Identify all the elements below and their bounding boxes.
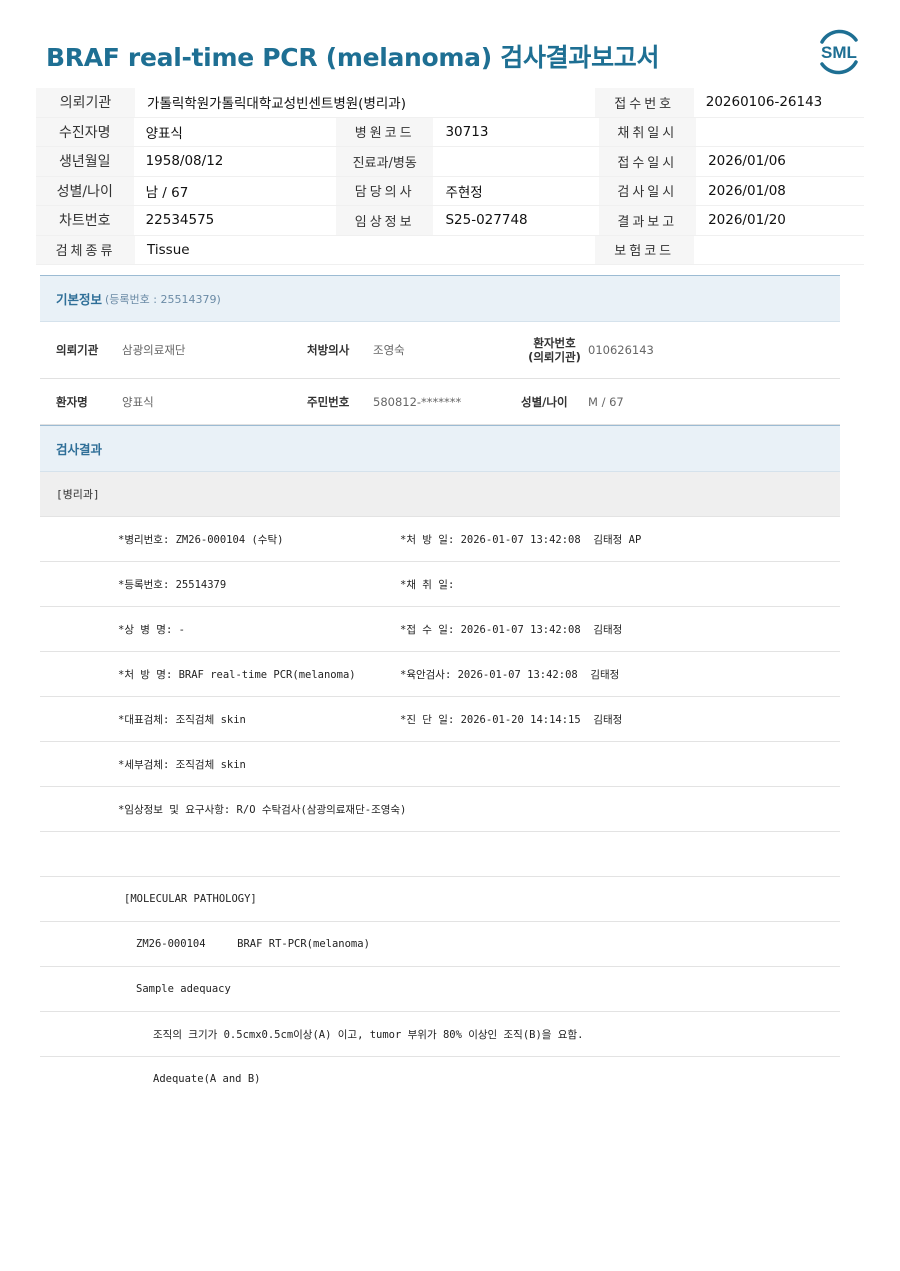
header-label: 접수번호 — [594, 88, 694, 117]
result-left: *등록번호: 25514379 — [118, 578, 227, 591]
header-value: 22534575 — [145, 212, 215, 229]
header-label: 수진자명 — [36, 117, 134, 146]
adequacy-title-row: Sample adequacy — [40, 967, 840, 1012]
result-right: *처 방 일: 2026-01-07 13:42:08 김태정 AP — [400, 533, 642, 546]
result-right: *진 단 일: 2026-01-20 14:14:15 김태정 — [400, 713, 623, 726]
results-title: 검사결과 — [56, 442, 103, 457]
header-label: 보험코드 — [594, 235, 694, 264]
header-label: 결과보고 — [598, 206, 697, 235]
header-label: 접수일시 — [598, 147, 697, 176]
result-right: *채 취 일: — [400, 578, 455, 591]
basic-label: 의뢰기관 — [56, 343, 99, 357]
header-value: 2026/01/08 — [708, 182, 786, 199]
basic-info-row: 환자명 양표식 주민번호 580812-******* 성별/나이 M / 67 — [40, 379, 840, 425]
header-value: 1958/08/12 — [145, 153, 224, 170]
result-left: *대표검체: 조직검체 skin — [118, 713, 246, 726]
registration-number: (등록번호 : 25514379) — [105, 292, 221, 306]
basic-value: 양표식 — [122, 394, 154, 409]
basic-value: 삼광의료재단 — [122, 343, 186, 357]
basic-label: 주민번호 — [307, 394, 350, 409]
header-value: Tissue — [147, 241, 190, 258]
header-value: S25-027748 — [445, 212, 528, 229]
header-label: 생년월일 — [36, 147, 134, 176]
report-title: BRAF real-time PCR (melanoma) 검사결과보고서 — [46, 43, 660, 72]
header-label: 병원코드 — [335, 117, 434, 146]
basic-label: 환자번호 — [533, 336, 576, 350]
results-header: 검사결과 — [40, 425, 840, 472]
header-label: 의뢰기관 — [36, 88, 136, 117]
header-label: 임상정보 — [335, 206, 434, 235]
header-value: 2026/01/06 — [708, 153, 786, 170]
result-line: *임상정보 및 요구사항: R/O 수탁검사(삼광의료재단-조영숙) — [40, 787, 840, 832]
header-value — [696, 118, 864, 147]
header-row: 수진자명 양표식 병원코드 30713 채취일시 — [36, 117, 864, 147]
header-label: 검체종류 — [36, 235, 136, 264]
header-value: 20260106-26143 — [705, 94, 823, 111]
result-left: *병리번호: ZM26-000104 (수탁) — [118, 533, 284, 546]
header-row: 검체종류 Tissue 보험코드 — [36, 235, 864, 265]
report-body: 기본정보 (등록번호 : 25514379) 의뢰기관 삼광의료재단 처방의사 … — [40, 275, 840, 1101]
header-label: 담당의사 — [335, 176, 434, 205]
header-value — [433, 147, 598, 176]
svg-text:SML: SML — [821, 43, 857, 62]
result-left: *상 병 명: - — [118, 623, 185, 636]
basic-value: 580812-******* — [373, 394, 462, 409]
result-line: *상 병 명: - *접 수 일: 2026-01-07 13:42:08 김태… — [40, 607, 840, 652]
result-line: *병리번호: ZM26-000104 (수탁) *처 방 일: 2026-01-… — [40, 517, 840, 562]
result-left: *세부검체: 조직검체 skin — [118, 758, 246, 771]
header-value: 양표식 — [145, 125, 183, 142]
molecular-header: [MOLECULAR PATHOLOGY] — [124, 893, 257, 905]
result-line: *대표검체: 조직검체 skin *진 단 일: 2026-01-20 14:1… — [40, 697, 840, 742]
header-label: 진료과/병동 — [335, 147, 434, 176]
result-right: *접 수 일: 2026-01-07 13:42:08 김태정 — [400, 623, 623, 636]
header-value: 주현정 — [445, 184, 483, 201]
header-value: 가톨릭학원가톨릭대학교성빈센트병원(병리과) — [147, 96, 406, 113]
result-line: *세부검체: 조직검체 skin — [40, 742, 840, 787]
basic-value: 010626143 — [588, 343, 654, 357]
header-label: 성별/나이 — [36, 176, 134, 205]
header-label: 차트번호 — [36, 206, 134, 235]
header-label: 채취일시 — [598, 117, 697, 146]
header-row: 성별/나이 남 / 67 담당의사 주현정 검사일시 2026/01/08 — [36, 176, 864, 206]
header-row: 생년월일 1958/08/12 진료과/병동 접수일시 2026/01/06 — [36, 147, 864, 177]
header-value: 2026/01/20 — [708, 212, 786, 229]
result-left: *처 방 명: BRAF real-time PCR(melanoma) — [118, 668, 356, 681]
basic-info-title: 기본정보 — [56, 292, 103, 307]
result-line: *처 방 명: BRAF real-time PCR(melanoma) *육안… — [40, 652, 840, 697]
basic-info-header: 기본정보 (등록번호 : 25514379) — [40, 275, 840, 322]
header-row: 의뢰기관 가톨릭학원가톨릭대학교성빈센트병원(병리과) 접수번호 2026010… — [36, 88, 864, 118]
department-bar: [병리과] — [40, 472, 840, 517]
header-info-table: 의뢰기관 가톨릭학원가톨릭대학교성빈센트병원(병리과) 접수번호 2026010… — [36, 88, 864, 265]
result-line: *등록번호: 25514379 *채 취 일: — [40, 562, 840, 607]
result-left: *임상정보 및 요구사항: R/O 수탁검사(삼광의료재단-조영숙) — [118, 803, 407, 816]
result-right: *육안검사: 2026-01-07 13:42:08 김태정 — [400, 668, 620, 681]
sml-logo: SML — [820, 29, 858, 75]
adequacy-title: Sample adequacy — [136, 983, 231, 995]
header-value — [694, 236, 864, 265]
header-row: 차트번호 22534575 임상정보 S25-027748 결과보고 2026/… — [36, 206, 864, 236]
basic-value: M / 67 — [588, 394, 624, 409]
basic-label: 처방의사 — [307, 343, 350, 357]
header-label: 검사일시 — [598, 176, 697, 205]
basic-value: 조영숙 — [373, 343, 405, 357]
blank-row — [40, 832, 840, 877]
adequacy-result-row: Adequate(A and B) — [40, 1057, 840, 1101]
specimen-row: ZM26-000104 BRAF RT-PCR(melanoma) — [40, 922, 840, 967]
basic-label: (의뢰기관) — [528, 350, 581, 364]
basic-info-row: 의뢰기관 삼광의료재단 처방의사 조영숙 환자번호 (의뢰기관) 0106261… — [40, 322, 840, 379]
specimen-line: ZM26-000104 BRAF RT-PCR(melanoma) — [136, 938, 370, 950]
header-value: 남 / 67 — [145, 184, 189, 201]
basic-label: 성별/나이 — [521, 394, 568, 409]
header-value: 30713 — [445, 123, 489, 140]
adequacy-criteria: 조직의 크기가 0.5cmx0.5cm이상(A) 이고, tumor 부위가 8… — [153, 1028, 584, 1041]
adequacy-criteria-row: 조직의 크기가 0.5cmx0.5cm이상(A) 이고, tumor 부위가 8… — [40, 1012, 840, 1057]
adequacy-result: Adequate(A and B) — [153, 1073, 261, 1085]
molecular-header-row: [MOLECULAR PATHOLOGY] — [40, 877, 840, 922]
basic-label: 환자명 — [56, 394, 88, 409]
patient-number-label: 환자번호 (의뢰기관) — [521, 336, 588, 364]
